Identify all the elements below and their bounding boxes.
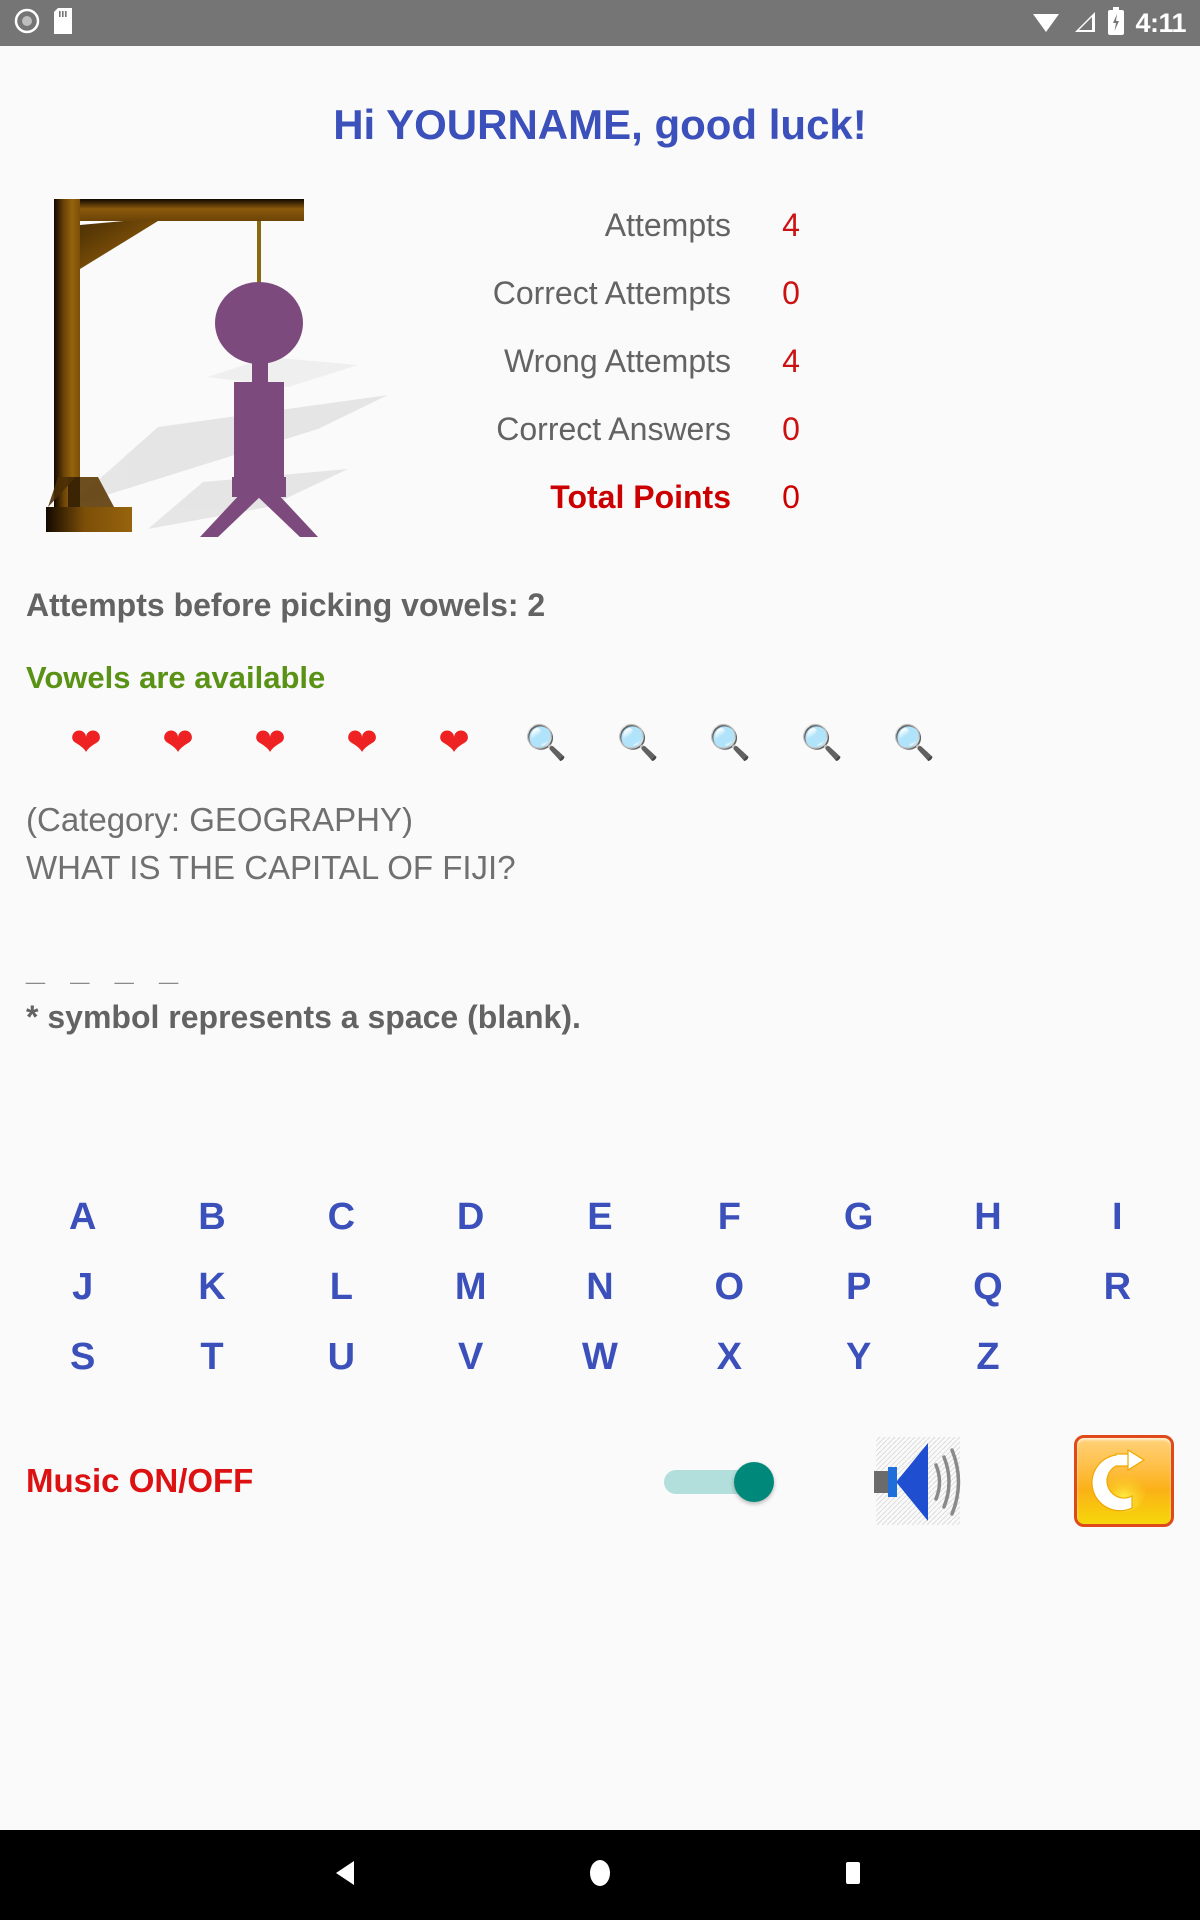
puzzle-category: (Category: GEOGRAPHY) bbox=[26, 801, 413, 838]
vowel-info-section: Attempts before picking vowels: 2 Vowels… bbox=[0, 587, 1200, 696]
game-summary-section: Attempts 4 Correct Attempts 0 Wrong Atte… bbox=[0, 177, 1200, 547]
letter-key-d[interactable]: D bbox=[406, 1182, 535, 1252]
heart-icon: ❤ bbox=[346, 722, 378, 764]
letter-key-o[interactable]: O bbox=[665, 1252, 794, 1322]
hangman-gallows-figure-icon bbox=[18, 177, 413, 537]
letter-key-s[interactable]: S bbox=[18, 1322, 147, 1392]
heart-icon: ❤ bbox=[254, 722, 286, 764]
stat-value: 0 bbox=[782, 275, 800, 311]
letter-key-u[interactable]: U bbox=[277, 1322, 406, 1392]
letter-key-v[interactable]: V bbox=[406, 1322, 535, 1392]
keyboard-row: J K L M N O P Q R bbox=[18, 1252, 1182, 1322]
stat-value-total-points: 0 bbox=[782, 479, 800, 515]
letter-key-p[interactable]: P bbox=[794, 1252, 923, 1322]
battery-charging-icon bbox=[1107, 6, 1125, 40]
letter-key-h[interactable]: H bbox=[923, 1182, 1052, 1252]
letter-key-b[interactable]: B bbox=[147, 1182, 276, 1252]
hangman-game-screen: Hi YOURNAME, good luck! Attempts 4 Corre… bbox=[0, 46, 1200, 1830]
blank-symbol-note: * symbol represents a space (blank). bbox=[26, 998, 581, 1035]
puzzle-question: WHAT IS THE CAPITAL OF FIJI? bbox=[26, 848, 516, 886]
magnifying-glass-icon[interactable]: 🔍 bbox=[868, 726, 960, 760]
answer-blanks: _ _ _ _ bbox=[26, 949, 186, 988]
record-circle-icon bbox=[14, 8, 40, 39]
puzzle-question-section: (Category: GEOGRAPHY) WHAT IS THE CAPITA… bbox=[0, 796, 1200, 892]
stat-row-total-points: Total Points 0 bbox=[431, 479, 851, 547]
letter-key-e[interactable]: E bbox=[535, 1182, 664, 1252]
stat-label-total-points: Total Points bbox=[550, 479, 731, 515]
stat-label: Attempts bbox=[604, 207, 731, 243]
letter-key-a[interactable]: A bbox=[18, 1182, 147, 1252]
status-bar-right-icons: 4:11 bbox=[1031, 6, 1186, 40]
letter-key-y[interactable]: Y bbox=[794, 1322, 923, 1392]
letter-key-x[interactable]: X bbox=[665, 1322, 794, 1392]
wifi-icon bbox=[1031, 8, 1061, 39]
speaker-volume-icon[interactable] bbox=[872, 1433, 964, 1529]
bottom-controls-bar: Music ON/OFF bbox=[0, 1426, 1200, 1536]
stat-value: 4 bbox=[782, 343, 800, 379]
toggle-knob bbox=[734, 1461, 774, 1502]
stat-row-correct-attempts: Correct Attempts 0 bbox=[431, 275, 851, 343]
keyboard-row: S T U V W X Y Z bbox=[18, 1322, 1182, 1392]
page-title: Hi YOURNAME, good luck! bbox=[333, 101, 867, 148]
letter-key-g[interactable]: G bbox=[794, 1182, 923, 1252]
lives-and-hints-row: ❤ ❤ ❤ ❤ ❤ 🔍 🔍 🔍 🔍 🔍 bbox=[0, 724, 1200, 762]
stat-row-correct-answers: Correct Answers 0 bbox=[431, 411, 851, 479]
letter-key-c[interactable]: C bbox=[277, 1182, 406, 1252]
status-bar: 4:11 bbox=[0, 0, 1200, 46]
attempts-before-vowels-label: Attempts before picking vowels: 2 bbox=[26, 587, 546, 623]
letter-key-m[interactable]: M bbox=[406, 1252, 535, 1322]
sd-card-icon bbox=[54, 7, 72, 39]
music-toggle-switch[interactable] bbox=[664, 1461, 774, 1502]
magnifying-glass-icon[interactable]: 🔍 bbox=[592, 726, 684, 760]
stat-label: Correct Attempts bbox=[492, 275, 731, 311]
keyboard-row: A B C D E F G H I bbox=[18, 1182, 1182, 1252]
heart-icon: ❤ bbox=[438, 722, 470, 764]
letter-key-n[interactable]: N bbox=[535, 1252, 664, 1322]
status-bar-clock: 4:11 bbox=[1135, 7, 1186, 38]
magnifying-glass-icon[interactable]: 🔍 bbox=[776, 726, 868, 760]
status-bar-left-icons bbox=[14, 7, 72, 39]
stat-row-attempts: Attempts 4 bbox=[431, 207, 851, 275]
stats-table: Attempts 4 Correct Attempts 0 Wrong Atte… bbox=[431, 207, 851, 547]
vowel-availability-status: Vowels are available bbox=[26, 660, 326, 695]
home-circle-icon[interactable] bbox=[583, 1856, 617, 1895]
letter-key-t[interactable]: T bbox=[147, 1322, 276, 1392]
android-navigation-bar bbox=[0, 1830, 1200, 1920]
stat-label: Wrong Attempts bbox=[503, 343, 731, 379]
magnifying-glass-icon[interactable]: 🔍 bbox=[500, 726, 592, 760]
magnifying-glass-icon[interactable]: 🔍 bbox=[684, 726, 776, 760]
letter-keyboard: A B C D E F G H I J K L M N O P Q R S T … bbox=[0, 1182, 1200, 1392]
letter-key-j[interactable]: J bbox=[18, 1252, 147, 1322]
heart-icon: ❤ bbox=[162, 722, 194, 764]
letter-key-w[interactable]: W bbox=[535, 1322, 664, 1392]
letter-key-k[interactable]: K bbox=[147, 1252, 276, 1322]
letter-key-i[interactable]: I bbox=[1053, 1182, 1182, 1252]
back-triangle-icon[interactable] bbox=[330, 1856, 364, 1895]
letter-key-z[interactable]: Z bbox=[923, 1322, 1052, 1392]
stat-value: 0 bbox=[782, 411, 800, 447]
music-toggle-label: Music ON/OFF bbox=[26, 1461, 254, 1499]
cell-signal-icon bbox=[1071, 8, 1097, 39]
letter-key-l[interactable]: L bbox=[277, 1252, 406, 1322]
stat-value: 4 bbox=[782, 207, 800, 243]
letter-key-f[interactable]: F bbox=[665, 1182, 794, 1252]
letter-key-r[interactable]: R bbox=[1053, 1252, 1182, 1322]
stat-label: Correct Answers bbox=[496, 411, 731, 447]
letter-key-q[interactable]: Q bbox=[923, 1252, 1052, 1322]
stat-row-wrong-attempts: Wrong Attempts 4 bbox=[431, 343, 851, 411]
heart-icon: ❤ bbox=[70, 722, 102, 764]
recents-square-icon[interactable] bbox=[836, 1856, 870, 1895]
refresh-restart-icon[interactable] bbox=[1074, 1434, 1174, 1527]
